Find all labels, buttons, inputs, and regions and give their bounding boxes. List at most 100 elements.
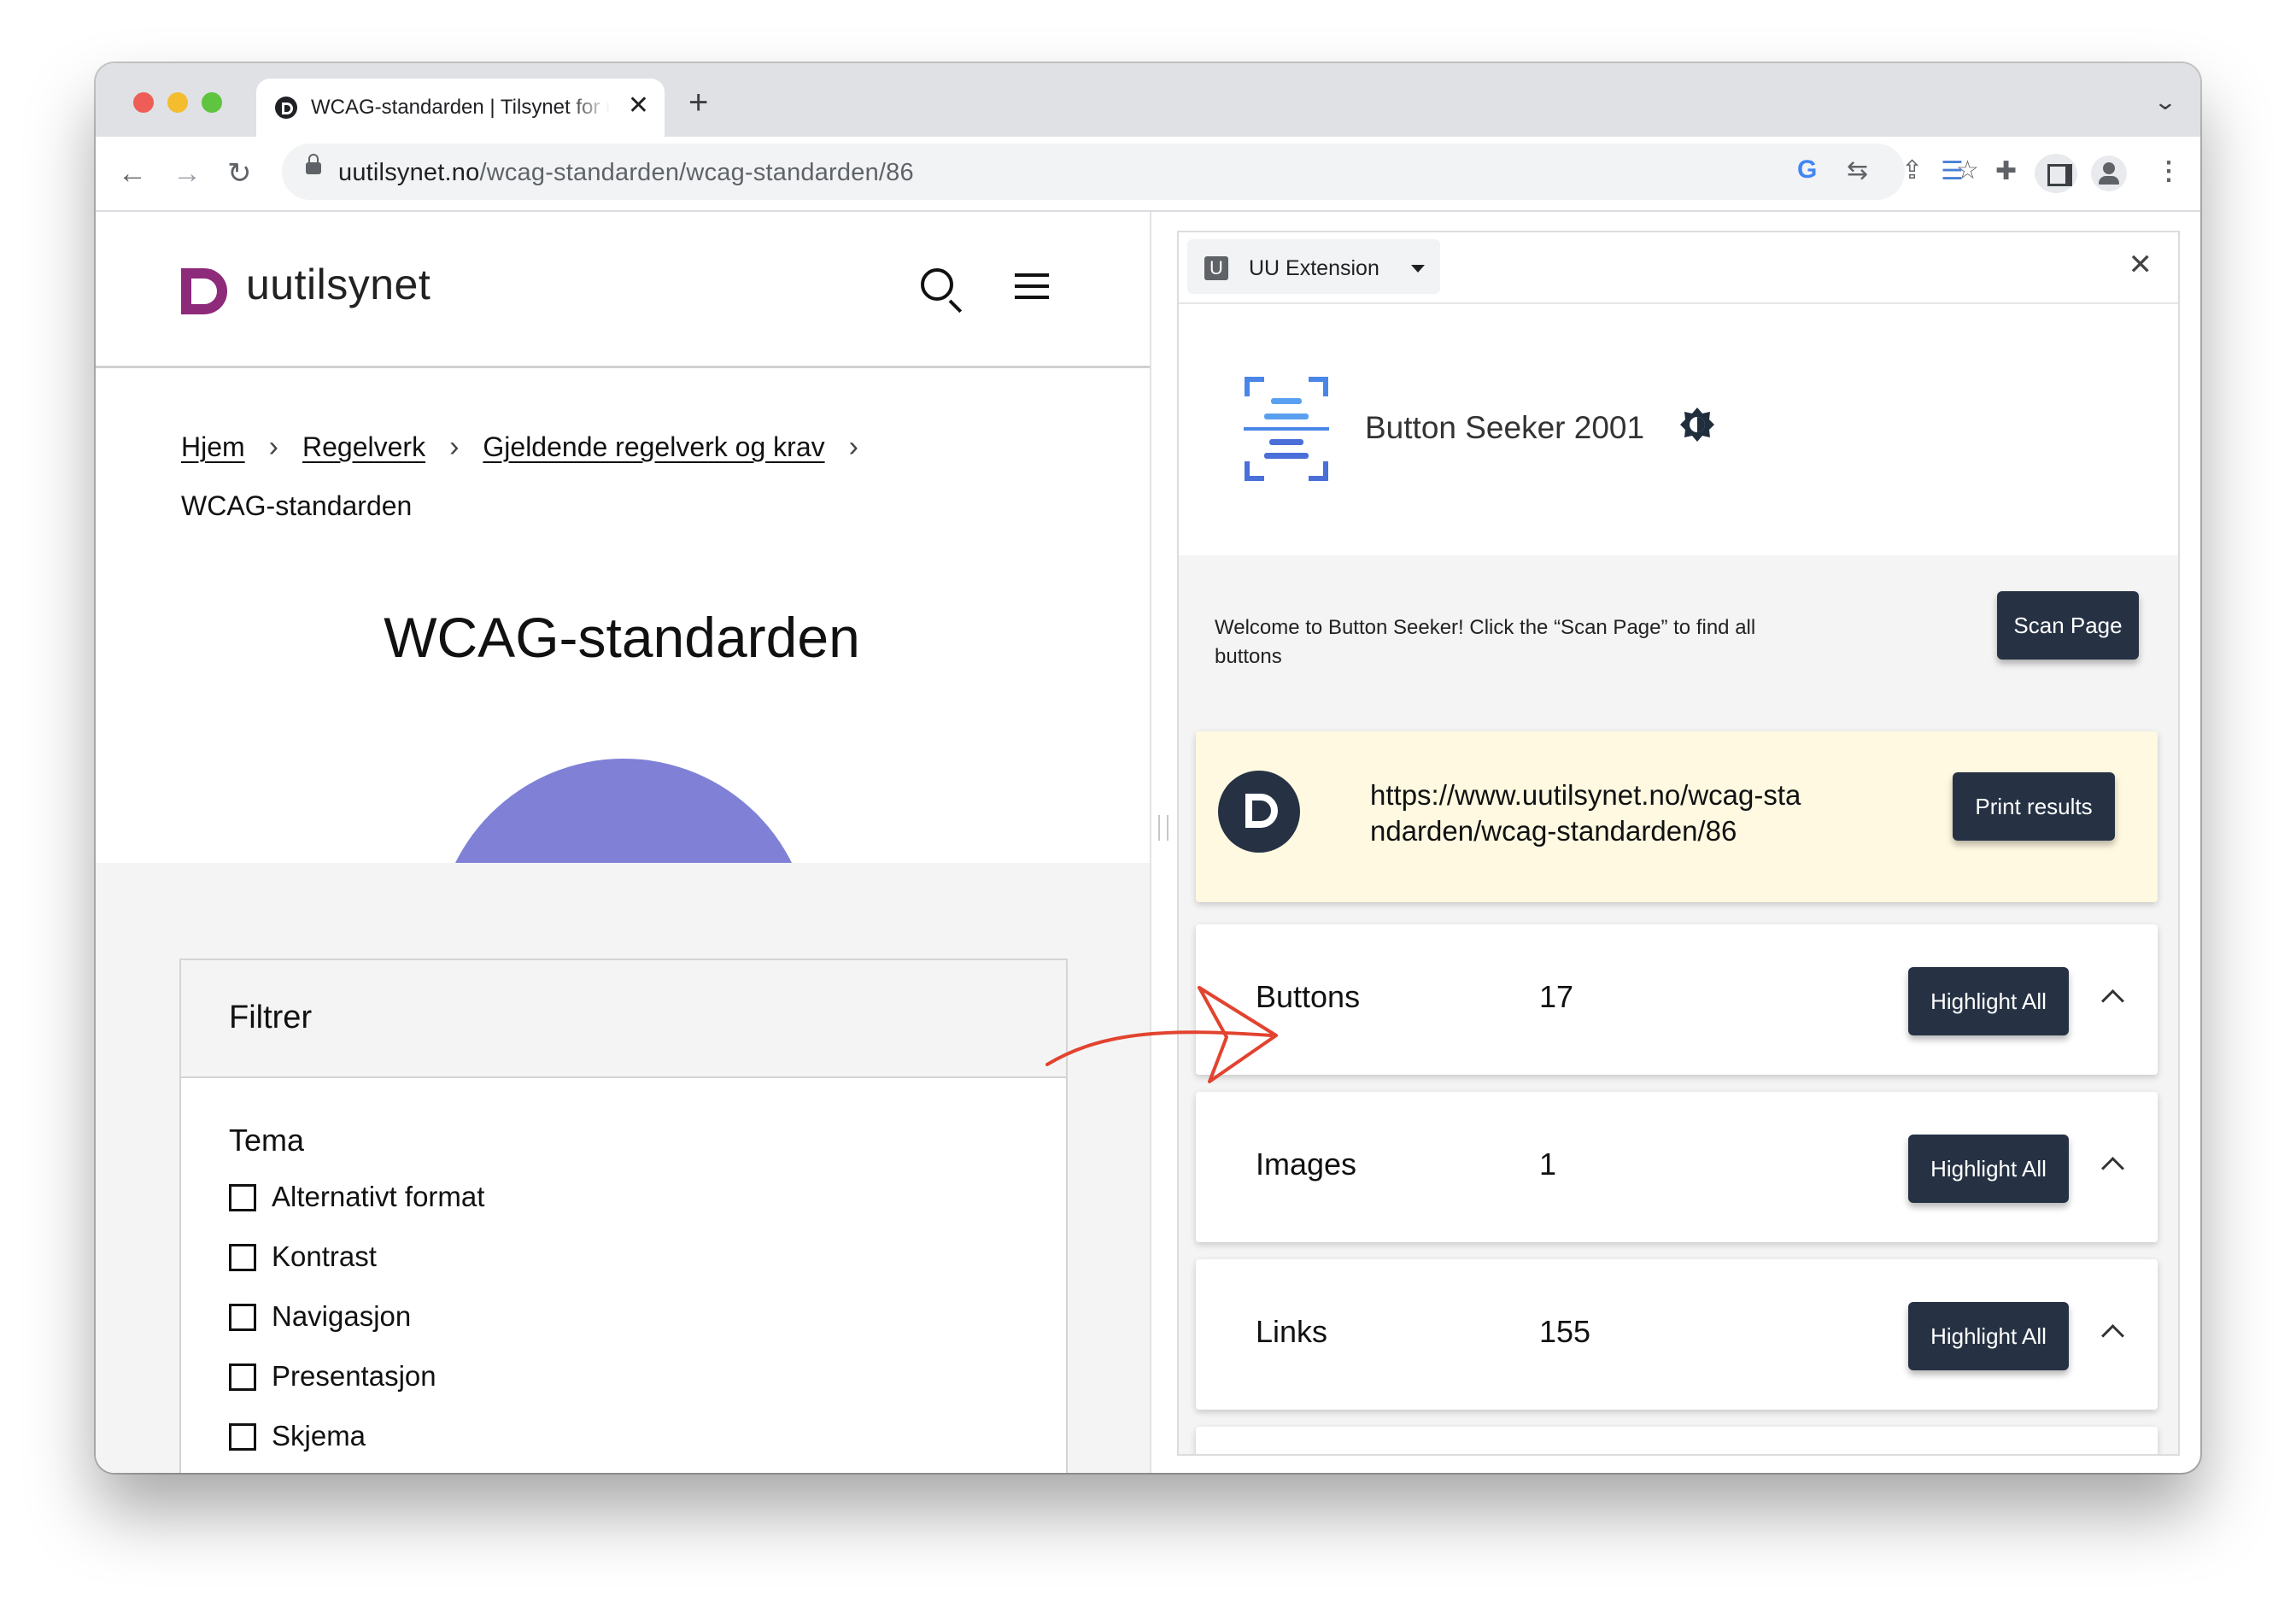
app-name: Button Seeker 2001 <box>1365 410 1645 445</box>
result-count: 17 <box>1539 979 1574 1014</box>
print-results-button[interactable]: Print results <box>1953 772 2115 841</box>
side-panel-header: U UU Extension ✕ <box>1179 232 2178 304</box>
forward-arrow-icon[interactable]: → <box>173 159 202 188</box>
tab-search-chevron-icon[interactable]: ⌄ <box>2153 89 2177 115</box>
extension-icon: U <box>1204 256 1228 280</box>
filter-option-label: Skjema <box>272 1420 366 1451</box>
filter-option-label: Presentasjon <box>272 1360 436 1392</box>
extension-side-panel: U UU Extension ✕ Button Seeker 2001 Welc… <box>1177 231 2180 1456</box>
scanned-page-url: https://www.uutilsynet.no/wcag-standarde… <box>1370 779 1801 847</box>
filter-group-heading: Tema <box>229 1123 305 1158</box>
web-page: uutilsynet Hjem › Regelverk › Gjeldende rege… <box>96 212 1151 1473</box>
filter-panel: Filtrer Tema Alternativt format Kontrast… <box>179 959 1068 1473</box>
lock-icon <box>306 154 321 174</box>
side-panel-resize-handle[interactable] <box>1158 815 1168 841</box>
site-logo-text[interactable]: uutilsynet <box>246 260 430 309</box>
filter-option[interactable]: Alternativt format <box>229 1181 484 1213</box>
filter-section: Filtrer Tema Alternativt format Kontrast… <box>96 863 1150 1473</box>
side-panel-icon <box>2047 164 2072 186</box>
results-area: Welcome to Button Seeker! Click the “Sca… <box>1179 555 2178 1454</box>
google-lens-icon[interactable]: G <box>1797 155 1817 185</box>
result-card-images: Images 1 Highlight All <box>1196 1092 2158 1242</box>
result-card-partial <box>1196 1427 2158 1454</box>
app-header: Button Seeker 2001 <box>1179 304 2178 555</box>
search-icon[interactable] <box>921 268 953 301</box>
hamburger-menu-icon[interactable] <box>1015 273 1049 301</box>
tab-strip: WCAG-standarden | Tilsynet for universel… <box>96 63 2200 137</box>
breadcrumb-link-gjeldende[interactable]: Gjeldende regelverk og krav <box>483 431 824 462</box>
checkbox[interactable] <box>229 1363 256 1391</box>
dropdown-caret-icon <box>1411 265 1425 273</box>
highlight-all-button[interactable]: Highlight All <box>1908 1302 2069 1370</box>
breadcrumb-link-hjem[interactable]: Hjem <box>181 431 245 462</box>
result-label: Links <box>1256 1314 1328 1349</box>
breadcrumb-chevron-icon: › <box>449 431 460 463</box>
browser-tab[interactable]: WCAG-standarden | Tilsynet for universel… <box>256 79 665 137</box>
checkbox[interactable] <box>229 1184 256 1211</box>
browser-window: WCAG-standarden | Tilsynet for universel… <box>96 63 2200 1473</box>
uutilsynet-logo-icon[interactable] <box>181 268 227 314</box>
highlight-all-button[interactable]: Highlight All <box>1908 967 2069 1035</box>
url-text[interactable]: uutilsynet.no/wcag-standarden/wcag-stand… <box>338 159 914 187</box>
checkbox[interactable] <box>229 1244 256 1271</box>
result-card-buttons: Buttons 17 Highlight All <box>1196 924 2158 1075</box>
filter-option-label: Alternativt format <box>272 1181 485 1212</box>
filter-title: Filtrer <box>229 1000 313 1035</box>
scan-page-button[interactable]: Scan Page <box>1997 591 2139 660</box>
result-count: 155 <box>1539 1314 1591 1349</box>
button-seeker-extension-icon[interactable]: ☰ <box>1941 159 1964 185</box>
filter-option[interactable]: Navigasjon <box>229 1300 411 1333</box>
extensions-puzzle-icon[interactable]: ✚ <box>1995 159 2017 185</box>
maximize-window-button[interactable] <box>202 92 222 113</box>
chevron-up-icon[interactable] <box>2101 1157 2124 1180</box>
new-tab-button[interactable]: + <box>688 85 708 120</box>
site-header: uutilsynet <box>96 212 1150 368</box>
filter-option[interactable]: Presentasjon <box>229 1360 436 1393</box>
url-path: /wcag-standarden/wcag-standarden/86 <box>479 159 914 186</box>
breadcrumb-current: WCAG-standarden <box>181 490 413 521</box>
browser-toolbar: ← → ↻ uutilsynet.no/wcag-standarden/wcag… <box>96 137 2200 212</box>
address-bar[interactable]: uutilsynet.no/wcag-standarden/wcag-stand… <box>282 144 1979 200</box>
filter-option[interactable]: Kontrast <box>229 1240 377 1273</box>
checkbox[interactable] <box>229 1304 256 1331</box>
back-arrow-icon[interactable]: ← <box>118 159 147 188</box>
annotation-arrow-icon <box>1046 986 1278 1083</box>
breadcrumb-chevron-icon: › <box>268 431 278 463</box>
profile-body-icon <box>2099 176 2119 185</box>
filter-option-label: Navigasjon <box>272 1300 412 1332</box>
close-panel-icon[interactable]: ✕ <box>2129 248 2153 282</box>
highlight-all-button[interactable]: Highlight All <box>1908 1135 2069 1203</box>
extension-name: UU Extension <box>1249 256 1379 280</box>
result-card-links: Links 155 Highlight All <box>1196 1259 2158 1410</box>
site-favicon-icon <box>275 97 297 119</box>
profile-avatar-button[interactable] <box>2091 155 2127 191</box>
filter-option[interactable]: Skjema <box>229 1420 366 1452</box>
result-label: Images <box>1256 1147 1357 1182</box>
browser-menu-icon[interactable]: ⋮ <box>2156 159 2182 185</box>
tab-close-icon[interactable]: ✕ <box>628 91 649 120</box>
filter-option-label: Kontrast <box>272 1240 377 1272</box>
filter-header[interactable]: Filtrer <box>181 960 1066 1078</box>
extension-selector[interactable]: U UU Extension <box>1187 239 1440 294</box>
result-count: 1 <box>1539 1147 1557 1182</box>
chevron-up-icon[interactable] <box>2101 1324 2124 1347</box>
breadcrumb-link-regelverk[interactable]: Regelverk <box>302 431 425 462</box>
theme-toggle-icon[interactable] <box>1679 407 1715 443</box>
side-panel-button[interactable] <box>2035 154 2077 193</box>
share-icon[interactable]: ⇪ <box>1901 155 1923 185</box>
tab-title: WCAG-standarden | Tilsynet for universel… <box>311 96 610 119</box>
site-avatar-icon <box>1218 771 1300 853</box>
profile-head-icon <box>2103 162 2115 174</box>
button-seeker-logo-icon <box>1244 377 1329 481</box>
checkbox[interactable] <box>229 1423 256 1451</box>
close-window-button[interactable] <box>133 92 154 113</box>
reload-icon[interactable]: ↻ <box>227 159 252 188</box>
welcome-text: Welcome to Button Seeker! Click the “Sca… <box>1215 616 1756 668</box>
minimize-window-button[interactable] <box>167 92 188 113</box>
breadcrumb-chevron-icon: › <box>848 431 858 463</box>
translate-icon[interactable]: ⇆ <box>1847 155 1868 185</box>
chevron-up-icon[interactable] <box>2101 989 2124 1012</box>
scanned-page-card: https://www.uutilsynet.no/wcag-standarde… <box>1196 731 2158 902</box>
breadcrumb: Hjem › Regelverk › Gjeldende regelverk og kr… <box>181 431 882 464</box>
page-title: WCAG-standarden <box>384 606 860 669</box>
